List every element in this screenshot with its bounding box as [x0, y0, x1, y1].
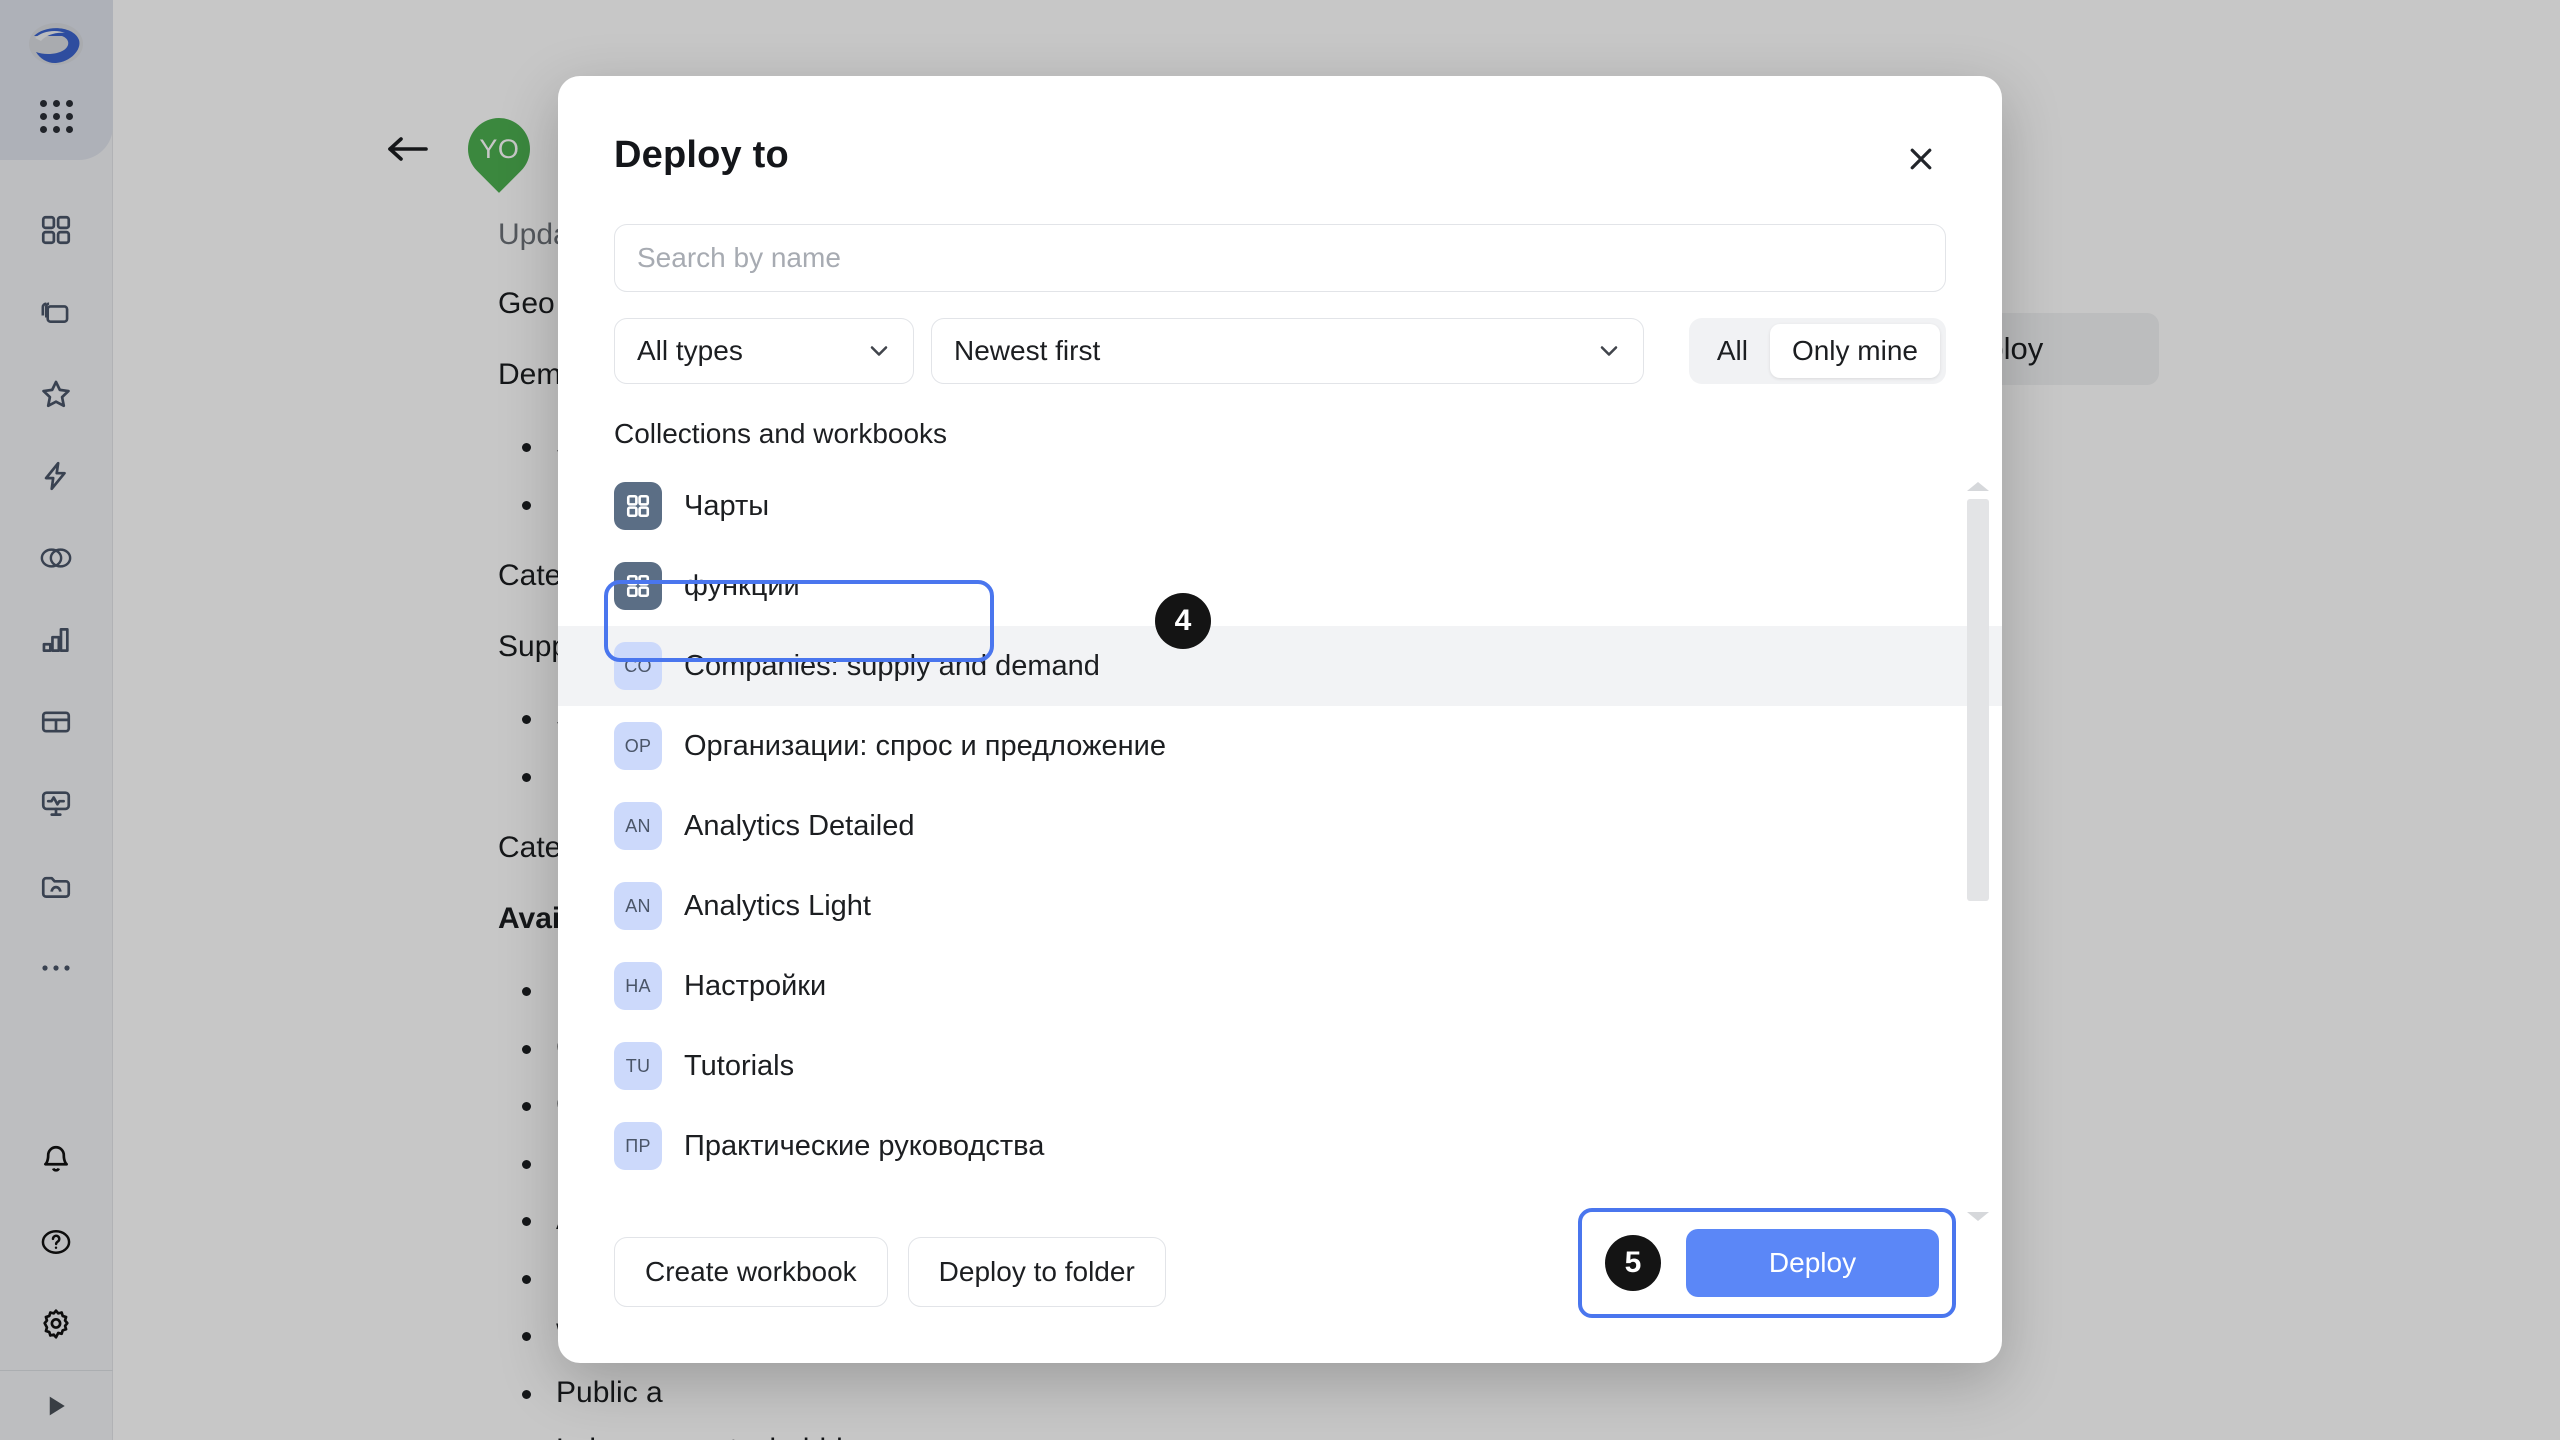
sort-filter-select[interactable]: Newest first: [931, 318, 1644, 384]
workbook-initials-icon: CO: [614, 642, 662, 690]
scope-toggle: All Only mine: [1688, 318, 1946, 384]
deploy-button[interactable]: Deploy: [1686, 1229, 1939, 1297]
list-item[interactable]: AN Analytics Detailed: [558, 786, 2002, 866]
list-item-label: Организации: спрос и предложение: [684, 729, 1166, 762]
workbook-initials-icon: TU: [614, 1042, 662, 1090]
list-item-label: Analytics Detailed: [684, 809, 915, 842]
scrollbar-thumb[interactable]: [1967, 499, 1989, 901]
list-item[interactable]: функции: [558, 546, 2002, 626]
list-item-label: Чарты: [684, 489, 770, 522]
workbook-initials-icon: OP: [614, 722, 662, 770]
list-item[interactable]: CO Companies: supply and demand: [558, 626, 2002, 706]
dialog-header: Deploy to: [558, 76, 2002, 182]
list-item-label: Analytics Light: [684, 889, 871, 922]
deploy-to-dialog: Deploy to All types Newest first All Onl…: [558, 76, 2002, 1363]
filter-row: All types Newest first All Only mine: [558, 292, 2002, 384]
chevron-down-icon: [865, 337, 893, 365]
scroll-up-arrow-icon[interactable]: [1967, 482, 1989, 491]
list-item-label: Настройки: [684, 969, 827, 1002]
scrollbar-groove[interactable]: [1967, 499, 1989, 1204]
annotation-badge-5: 5: [1605, 1235, 1661, 1291]
collection-grid-icon: [614, 482, 662, 530]
list-item-label: Tutorials: [684, 1049, 795, 1082]
annotation-badge-4: 4: [1155, 593, 1211, 649]
dialog-title: Deploy to: [614, 134, 789, 176]
workbook-initials-icon: AN: [614, 802, 662, 850]
scope-option-all[interactable]: All: [1695, 324, 1770, 378]
scope-option-only-mine[interactable]: Only mine: [1769, 324, 1940, 378]
list-item[interactable]: Чарты: [558, 466, 2002, 546]
collections-list: Чарты функции CO Companies: supply and dema…: [558, 466, 2002, 1237]
collection-grid-icon: [614, 562, 662, 610]
list-item-label: Практические руководства: [684, 1129, 1045, 1162]
workbook-initials-icon: HA: [614, 962, 662, 1010]
list-item[interactable]: TU Tutorials: [558, 1026, 2002, 1106]
list-item[interactable]: OP Организации: спрос и предложение: [558, 706, 2002, 786]
list-item[interactable]: ПР Практические руководства: [558, 1106, 2002, 1186]
list-scrollbar[interactable]: [1967, 482, 1989, 1221]
section-label: Collections and workbooks: [614, 418, 948, 449]
close-icon[interactable]: [1898, 136, 1944, 182]
workbook-initials-icon: ПР: [614, 1122, 662, 1170]
sort-filter-value: Newest first: [954, 335, 1101, 366]
chevron-down-icon: [1595, 337, 1623, 365]
search-input[interactable]: [614, 224, 1946, 292]
workbook-initials-icon: AN: [614, 882, 662, 930]
list-item[interactable]: HA Настройки: [558, 946, 2002, 1026]
list-item-label: Companies: supply and demand: [684, 649, 1100, 682]
type-filter-value: All types: [637, 335, 743, 366]
scroll-down-arrow-icon[interactable]: [1967, 1212, 1989, 1221]
type-filter-select[interactable]: All types: [614, 318, 914, 384]
create-workbook-button[interactable]: Create workbook: [614, 1237, 888, 1307]
list-item[interactable]: AN Analytics Light: [558, 866, 2002, 946]
list-item-label: функции: [684, 569, 800, 602]
search-row: [558, 182, 2002, 292]
deploy-to-folder-button[interactable]: Deploy to folder: [907, 1237, 1166, 1307]
